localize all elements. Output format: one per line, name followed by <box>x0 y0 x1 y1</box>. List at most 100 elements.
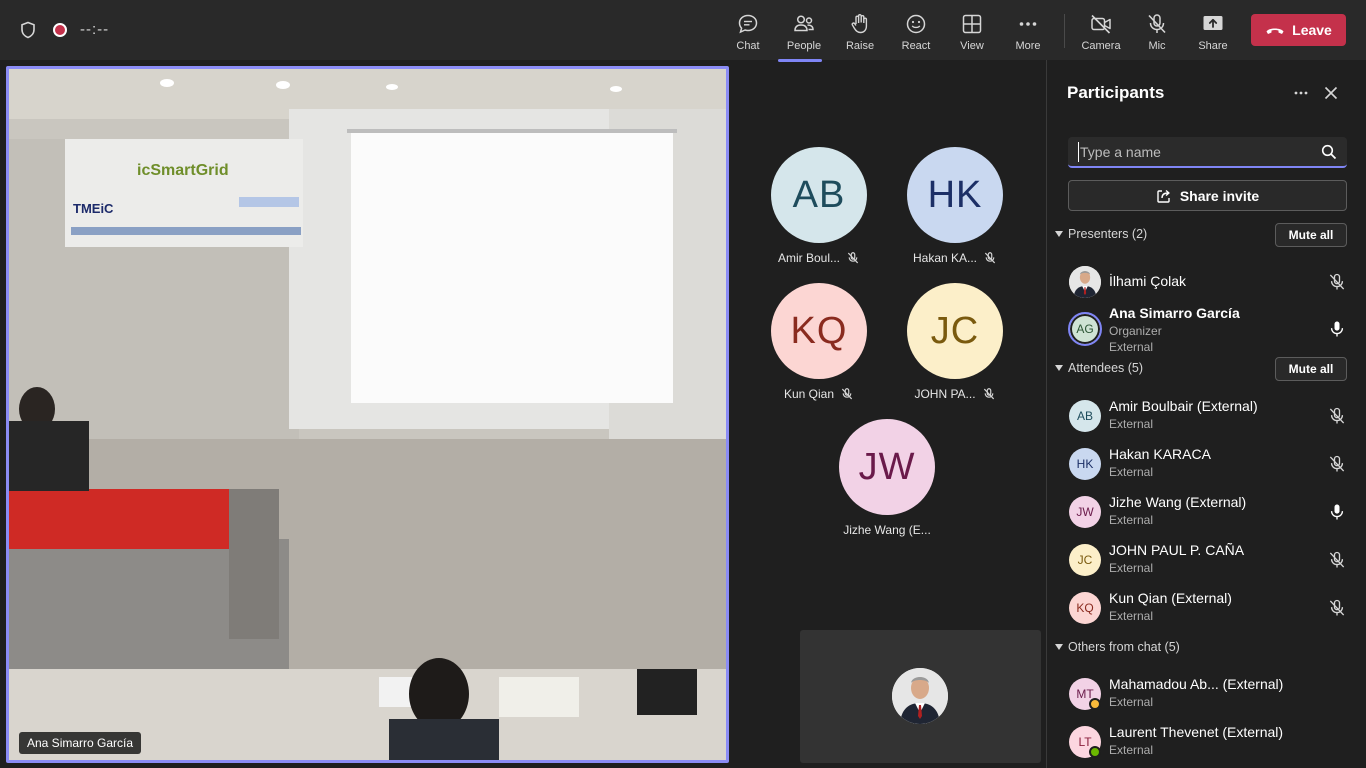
avatar: HK <box>1069 448 1101 480</box>
attendees-section-header[interactable]: Attendees (5) Mute all <box>1055 357 1355 381</box>
share-button[interactable]: Share <box>1185 8 1241 56</box>
svg-text:TMEiC: TMEiC <box>73 201 114 216</box>
grid-view-icon <box>962 14 982 34</box>
participant-row[interactable]: İlhami Çolak <box>1067 264 1347 308</box>
participant-name: Kun Qian <box>783 387 835 401</box>
meeting-timer: --:-- <box>80 21 110 38</box>
shield-icon[interactable] <box>19 21 37 39</box>
more-options-icon[interactable] <box>1290 82 1312 104</box>
share-label: Share <box>1198 40 1228 52</box>
mic-off-icon <box>1148 14 1166 34</box>
participant-type: External <box>1109 340 1154 354</box>
avatar: KQ <box>1069 592 1101 624</box>
avatar: HK <box>907 147 1003 243</box>
participant-type: External <box>1109 743 1154 757</box>
share-icon <box>1157 189 1170 203</box>
chevron-down-icon <box>1055 231 1063 237</box>
mic-icon <box>1330 504 1344 520</box>
mic-off-icon <box>1329 273 1345 290</box>
gallery-tile-ab[interactable]: AB Amir Boul... <box>754 147 884 277</box>
search-input[interactable] <box>1078 142 1308 162</box>
avatar: AB <box>771 147 867 243</box>
people-button[interactable]: People <box>776 8 832 62</box>
participants-panel: Participants Share invite Presenters (2)… <box>1046 60 1366 768</box>
participant-type: External <box>1109 695 1154 709</box>
camera-button[interactable]: Camera <box>1073 8 1129 56</box>
mute-all-attendees-button[interactable]: Mute all <box>1275 357 1347 381</box>
mic-button[interactable]: Mic <box>1129 8 1185 56</box>
mic-off-icon <box>1329 551 1345 568</box>
leave-button[interactable]: Leave <box>1251 14 1346 46</box>
mute-all-presenters-button[interactable]: Mute all <box>1275 223 1347 247</box>
mic-off-icon <box>1329 599 1345 616</box>
participant-type: External <box>1109 513 1154 527</box>
participant-name: Jizhe Wang (External) <box>1109 494 1247 510</box>
mic-off-icon <box>983 388 994 400</box>
react-label: React <box>901 40 931 52</box>
camera-off-icon <box>1091 14 1111 34</box>
avatar: JC <box>907 283 1003 379</box>
raise-label: Raise <box>845 40 875 52</box>
section-title: Presenters (2) <box>1068 227 1148 241</box>
gallery-tile-jw[interactable]: JW Jizhe Wang (E... <box>822 419 952 549</box>
mic-label: Mic <box>1148 40 1166 52</box>
mic-off-icon <box>841 388 853 400</box>
avatar: JW <box>1069 496 1101 528</box>
away-status-icon <box>1089 698 1101 710</box>
participant-row[interactable]: JC JOHN PAUL P. CAÑA External <box>1067 542 1347 586</box>
view-button[interactable]: View <box>944 8 1000 56</box>
mic-off-icon <box>1329 407 1345 424</box>
participant-name: Hakan KARACA <box>1109 446 1211 462</box>
participant-name: JOHN PAUL P. CAÑA <box>1109 542 1245 558</box>
participant-row[interactable]: MT Mahamadou Ab... (External) External <box>1067 676 1347 720</box>
participant-row[interactable]: JW Jizhe Wang (External) External <box>1067 494 1347 538</box>
available-status-icon <box>1089 746 1101 758</box>
participant-type: External <box>1109 417 1154 431</box>
avatar: AB <box>1069 400 1101 432</box>
participant-row[interactable]: HK Hakan KARACA External <box>1067 446 1347 490</box>
close-icon[interactable] <box>1320 82 1342 104</box>
more-icon <box>1019 22 1037 26</box>
search-icon[interactable] <box>1321 144 1337 160</box>
share-invite-button[interactable]: Share invite <box>1068 180 1347 211</box>
gallery-tile-hk[interactable]: HK Hakan KA... <box>890 147 1020 277</box>
mic-off-icon <box>984 252 996 264</box>
react-button[interactable]: React <box>888 8 944 56</box>
gallery-tile-jc[interactable]: JC JOHN PA... <box>890 283 1020 413</box>
participant-type: External <box>1109 561 1154 575</box>
toolbar-divider <box>1064 14 1065 48</box>
others-section-header[interactable]: Others from chat (5) <box>1055 636 1355 660</box>
raise-hand-button[interactable]: Raise <box>832 8 888 56</box>
more-button[interactable]: More <box>1000 8 1056 56</box>
chevron-down-icon <box>1055 365 1063 371</box>
mic-off-icon <box>1329 455 1345 472</box>
mic-off-icon <box>847 252 859 264</box>
avatar <box>1069 266 1101 298</box>
chat-button[interactable]: Chat <box>720 8 776 56</box>
view-label: View <box>960 40 984 52</box>
conference-room-video: icSmartGrid TMEiC <box>9 69 726 760</box>
svg-text:icSmartGrid: icSmartGrid <box>137 162 229 179</box>
participant-name: Ana Simarro García <box>1109 305 1240 321</box>
self-view-tile[interactable] <box>800 630 1041 763</box>
participant-name: Amir Boulbair (External) <box>1109 398 1258 414</box>
participant-name: Amir Boul... <box>777 251 840 265</box>
participant-row[interactable]: AB Amir Boulbair (External) External <box>1067 398 1347 442</box>
participant-name: İlhami Çolak <box>1109 273 1187 289</box>
main-video-feed[interactable]: icSmartGrid TMEiC Ana Simarro García <box>6 66 729 763</box>
participant-row[interactable]: AG Ana Simarro García Organizer External <box>1067 303 1347 359</box>
participant-type: External <box>1109 465 1154 479</box>
avatar: JC <box>1069 544 1101 576</box>
participant-name: Mahamadou Ab... (External) <box>1109 676 1284 692</box>
participant-type: External <box>1109 609 1154 623</box>
participant-name: Jizhe Wang (E... <box>843 523 931 537</box>
chat-icon <box>738 14 758 34</box>
people-label: People <box>786 40 822 52</box>
presenters-section-header[interactable]: Presenters (2) Mute all <box>1055 223 1355 247</box>
section-title: Attendees (5) <box>1068 361 1144 375</box>
participant-row[interactable]: KQ Kun Qian (External) External <box>1067 590 1347 634</box>
avatar: JW <box>839 419 935 515</box>
gallery-tile-kq[interactable]: KQ Kun Qian <box>754 283 884 413</box>
participant-row[interactable]: LT Laurent Thevenet (External) External <box>1067 724 1347 768</box>
participant-name: Laurent Thevenet (External) <box>1109 724 1284 740</box>
